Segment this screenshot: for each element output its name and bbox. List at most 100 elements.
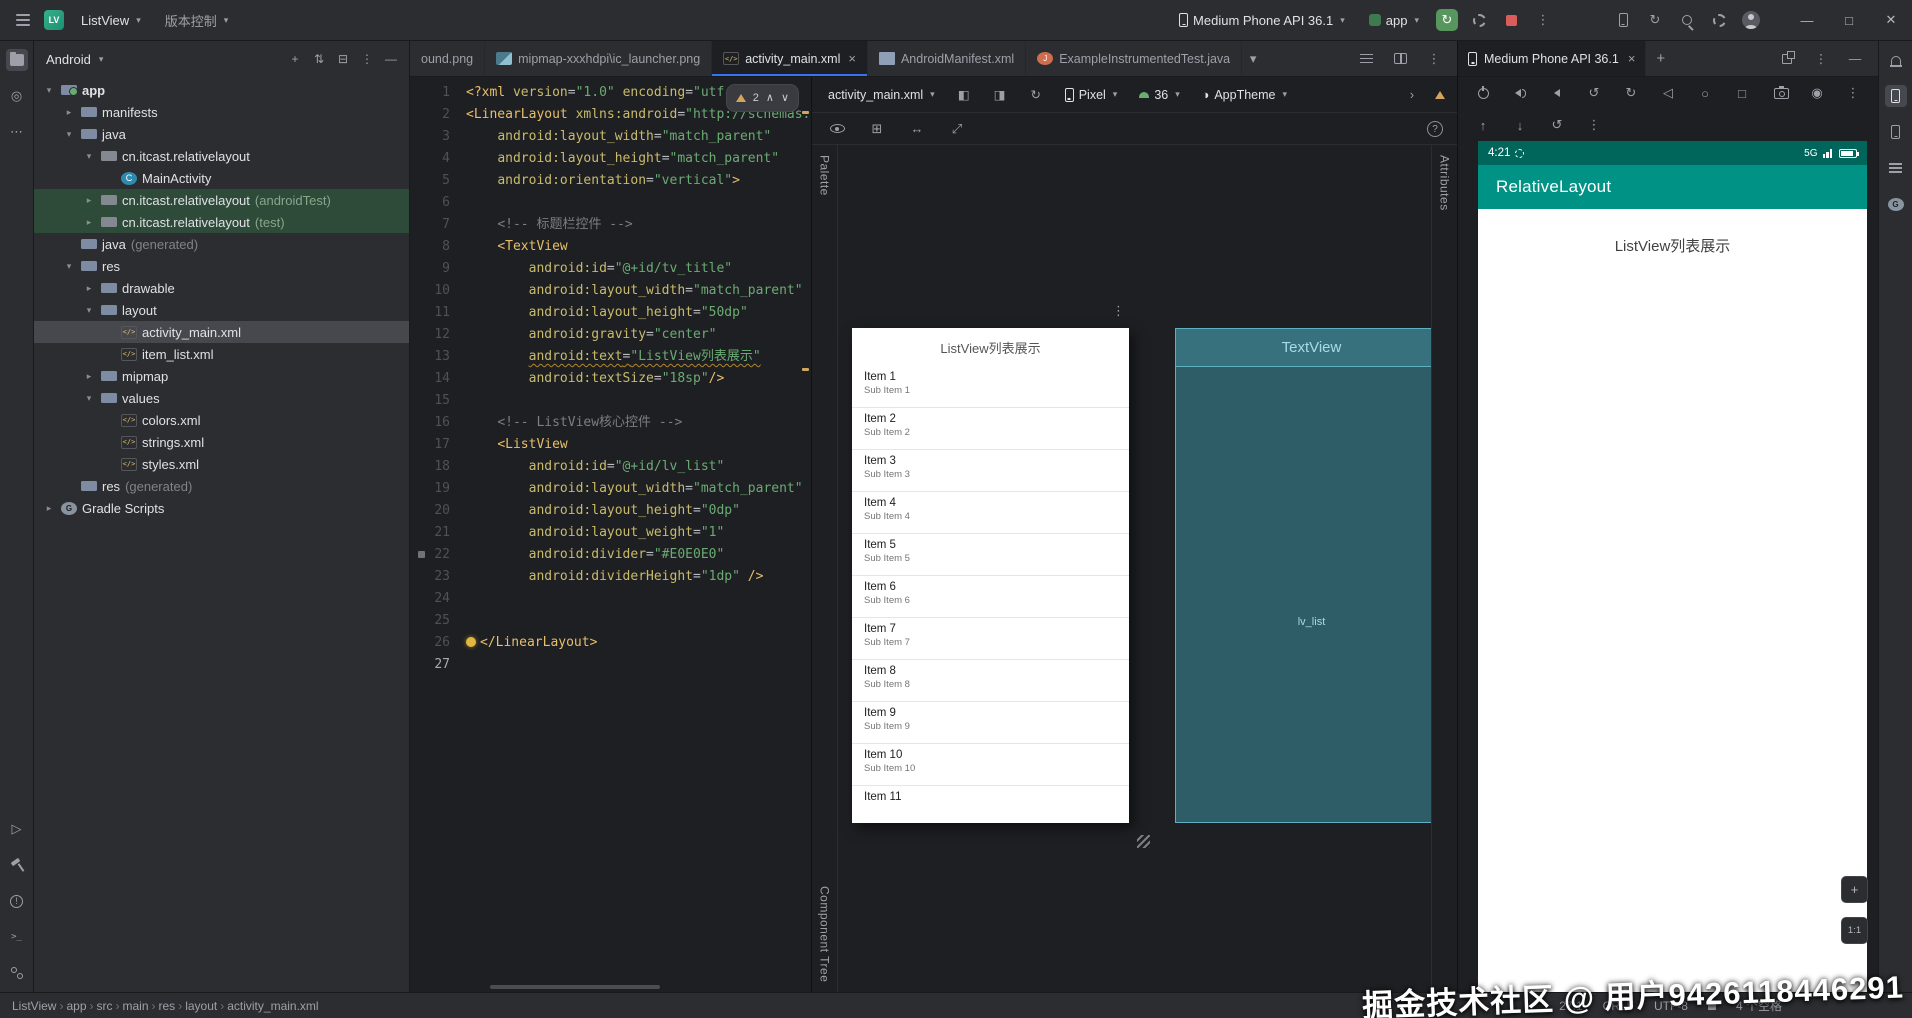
version-control-toolwindow-icon[interactable]	[6, 962, 28, 984]
tree-item-gradle-scripts[interactable]: ▸Gradle Scripts	[34, 497, 409, 519]
new-file-icon[interactable]: +	[285, 49, 305, 69]
gutter-line-number[interactable]: 16	[410, 412, 450, 434]
breadcrumb-item-src[interactable]: src	[97, 999, 113, 1013]
gutter-line-number[interactable]: 3	[410, 126, 450, 148]
tree-chevron-icon[interactable]: ▾	[42, 85, 56, 96]
tree-chevron-icon[interactable]: ▾	[82, 305, 96, 316]
preview-list-item[interactable]: Item 3Sub Item 3	[852, 450, 1129, 492]
tree-item-java-generated[interactable]: java (generated)	[34, 233, 409, 255]
gutter-line-number[interactable]: 17	[410, 434, 450, 456]
gutter-line-number[interactable]: 5	[410, 170, 450, 192]
layout-grid-icon[interactable]: ⊞	[866, 118, 888, 140]
gutter-line-number[interactable]: 10	[410, 280, 450, 302]
problems-toolwindow-icon[interactable]: !	[6, 890, 28, 912]
settings-gear-icon[interactable]	[1708, 9, 1730, 31]
gradle-toolwindow-icon[interactable]	[1885, 193, 1907, 215]
tree-chevron-icon[interactable]: ▾	[82, 393, 96, 404]
tree-item-layout[interactable]: ▾layout	[34, 299, 409, 321]
gutter-line-number[interactable]: 23	[410, 566, 450, 588]
volume-down-icon[interactable]	[1546, 82, 1568, 104]
open-in-window-icon[interactable]	[1776, 48, 1798, 70]
stop-button[interactable]	[1500, 9, 1522, 31]
project-selector[interactable]: ListView ▾	[74, 10, 148, 31]
gutter-line-number[interactable]: 27	[410, 654, 450, 676]
code-editor[interactable]: 1234567891011121314151617181920212223242…	[410, 77, 811, 992]
horizontal-scrollbar[interactable]	[490, 985, 660, 989]
tab-ound-png[interactable]: ound.png	[410, 41, 485, 76]
gutter-line-number[interactable]: 2	[410, 104, 450, 126]
profile-avatar[interactable]	[1740, 9, 1762, 31]
hide-panel-icon[interactable]: —	[1844, 48, 1866, 70]
zoom-reset-button[interactable]: 1:1	[1841, 917, 1868, 944]
design-preview-phone[interactable]: ListView列表展示 Item 1Sub Item 1Item 2Sub I…	[852, 328, 1129, 823]
gutter-line-number[interactable]: 15	[410, 390, 450, 412]
structure-toolwindow-icon[interactable]	[1885, 157, 1907, 179]
power-button-icon[interactable]	[1472, 82, 1494, 104]
component-tree-tab[interactable]: Component Tree	[818, 886, 832, 982]
next-warning-icon[interactable]: ∨	[781, 87, 789, 109]
build-toolwindow-icon[interactable]	[6, 854, 28, 876]
more-run-actions-icon[interactable]: ⋮	[1532, 9, 1554, 31]
tab-androidmanifest-xml[interactable]: AndroidManifest.xml	[868, 41, 1026, 76]
preview-theme-selector[interactable]: ◑ AppTheme ▾	[1198, 86, 1291, 104]
device-sync-icon[interactable]: ↺	[1546, 114, 1568, 136]
notifications-icon[interactable]	[1885, 49, 1907, 71]
zoom-to-fit-icon[interactable]: ⤢	[946, 118, 968, 140]
palette-tab[interactable]: Palette	[818, 155, 832, 196]
gutter-line-number[interactable]: 13	[410, 346, 450, 368]
preview-list-item[interactable]: Item 9Sub Item 9	[852, 702, 1129, 744]
rotate-left-icon[interactable]: ↺	[1583, 82, 1605, 104]
tree-chevron-icon[interactable]: ▸	[82, 283, 96, 294]
gutter-line-number[interactable]: 25	[410, 610, 450, 632]
preview-list-item[interactable]: Item 10Sub Item 10	[852, 744, 1129, 786]
project-toolwindow-icon[interactable]	[6, 49, 28, 71]
lint-warning-icon[interactable]	[1435, 91, 1445, 99]
tree-chevron-icon[interactable]: ▸	[82, 217, 96, 228]
preview-list-item[interactable]: Item 11	[852, 786, 1129, 823]
preview-list-item[interactable]: Item 2Sub Item 2	[852, 408, 1129, 450]
error-stripe-mark[interactable]	[802, 368, 809, 371]
preview-list-item[interactable]: Item 6Sub Item 6	[852, 576, 1129, 618]
breadcrumb-item-activity-main-xml[interactable]: activity_main.xml	[227, 999, 318, 1013]
inspection-widget[interactable]: 2 ∧ ∨	[726, 84, 799, 112]
tree-item-mainactivity[interactable]: MainActivity	[34, 167, 409, 189]
sync-icon[interactable]: ↻	[1644, 9, 1666, 31]
tab-activity-main-xml[interactable]: activity_main.xml×	[712, 41, 868, 76]
screenshot-icon[interactable]	[1770, 82, 1792, 104]
gutter-line-number[interactable]: 18	[410, 456, 450, 478]
preview-list-item[interactable]: Item 5Sub Item 5	[852, 534, 1129, 576]
push-file-icon[interactable]: ↑	[1472, 114, 1494, 136]
design-surface-icon[interactable]: ◧	[953, 84, 975, 106]
add-device-tab-button[interactable]: +	[1646, 41, 1675, 76]
tree-item-mipmap[interactable]: ▸mipmap	[34, 365, 409, 387]
volume-up-icon[interactable]	[1509, 82, 1531, 104]
tree-chevron-icon[interactable]: ▾	[62, 261, 76, 272]
split-editor-icon[interactable]	[1389, 48, 1411, 70]
prev-warning-icon[interactable]: ∧	[766, 87, 774, 109]
more-toolwindows-icon[interactable]: ⋯	[6, 121, 28, 143]
preview-api-selector[interactable]: 36 ▾	[1135, 86, 1183, 104]
error-stripe-mark[interactable]	[802, 111, 809, 114]
blueprint-view-options-icon[interactable]: ⋮	[1430, 303, 1431, 319]
design-view-options-icon[interactable]: ⋮	[1112, 303, 1125, 319]
tree-item-styles-xml[interactable]: styles.xml	[34, 453, 409, 475]
gutter-line-number[interactable]: 4	[410, 148, 450, 170]
editor-options-icon[interactable]: ⋮	[1423, 48, 1445, 70]
tree-item-java[interactable]: ▾java	[34, 123, 409, 145]
breadcrumb-item-main[interactable]: main	[123, 999, 149, 1013]
breadcrumb-item-layout[interactable]: layout	[185, 999, 217, 1013]
refresh-layout-icon[interactable]: ↻	[1025, 84, 1047, 106]
preview-list-item[interactable]: Item 8Sub Item 8	[852, 660, 1129, 702]
hide-panel-icon[interactable]: —	[381, 49, 401, 69]
pull-file-icon[interactable]: ↓	[1509, 114, 1531, 136]
tree-chevron-icon[interactable]: ▾	[82, 151, 96, 162]
tab-list-icon[interactable]	[1355, 48, 1377, 70]
breadcrumb-item-app[interactable]: app	[66, 999, 86, 1013]
close-device-tab-icon[interactable]: ×	[1628, 51, 1636, 66]
tab-exampleinstrumentedtest-java[interactable]: ExampleInstrumentedTest.java	[1026, 41, 1242, 76]
gutter-line-number[interactable]: 21	[410, 522, 450, 544]
gutter-line-number[interactable]: 8	[410, 236, 450, 258]
gutter-line-number[interactable]: 14	[410, 368, 450, 390]
preview-device-selector[interactable]: Pixel ▾	[1061, 86, 1122, 104]
tree-item-cn-itcast-relativelayout[interactable]: ▾cn.itcast.relativelayout	[34, 145, 409, 167]
